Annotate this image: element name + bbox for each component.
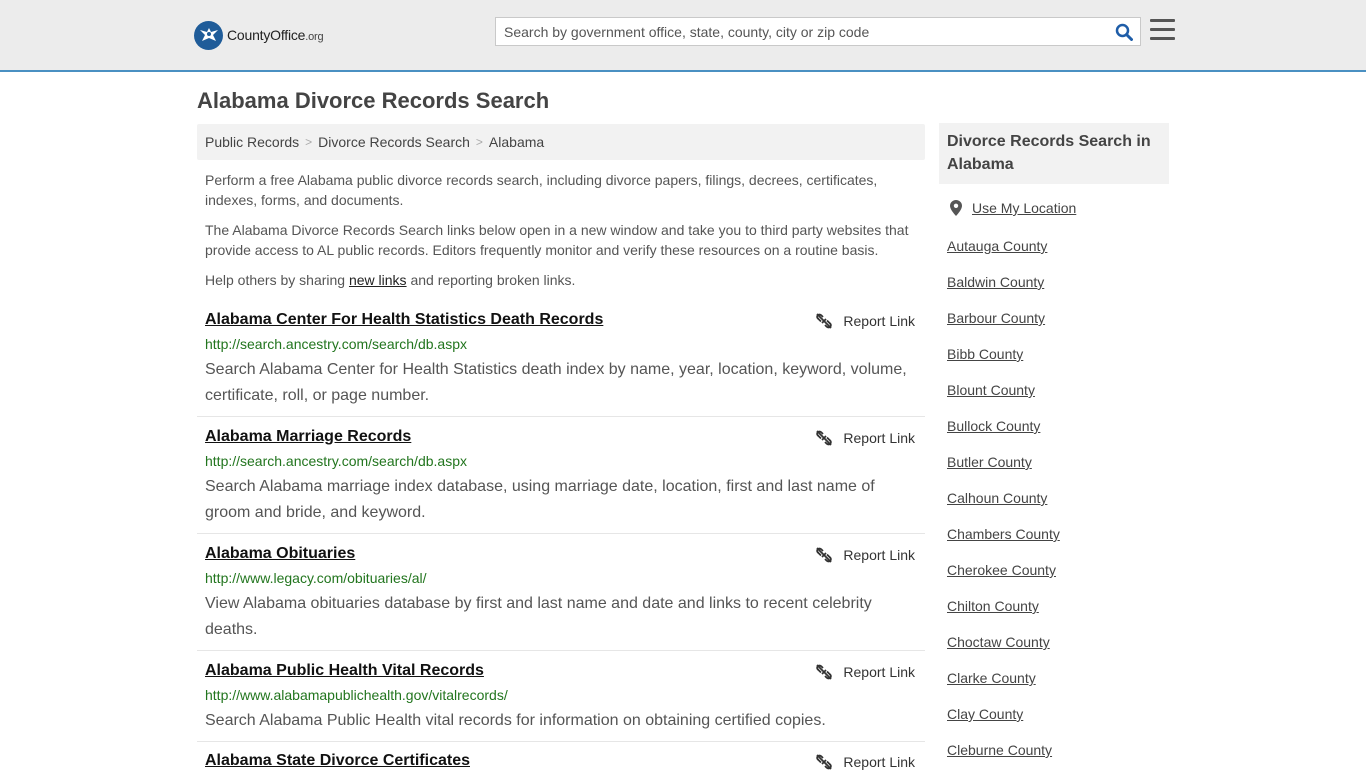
broken-link-icon xyxy=(816,547,833,563)
result-item: Alabama State Divorce Certificates Repor… xyxy=(197,752,925,770)
county-link[interactable]: Chilton County xyxy=(947,598,1039,614)
site-header: CountyOffice.org xyxy=(0,0,1366,72)
report-link-button[interactable]: Report Link xyxy=(816,545,915,565)
result-item: Alabama Center For Health Statistics Dea… xyxy=(197,311,925,417)
result-description: View Alabama obituaries database by firs… xyxy=(205,595,872,638)
sidebar-county-item: Clay County xyxy=(947,706,1023,722)
result-title-link[interactable]: Alabama Center For Health Statistics Dea… xyxy=(205,311,603,329)
result-item: Alabama Public Health Vital Records Repo… xyxy=(197,662,925,742)
county-link[interactable]: Bibb County xyxy=(947,346,1023,362)
county-link[interactable]: Clay County xyxy=(947,706,1023,722)
map-pin-icon xyxy=(950,200,962,216)
result-item: Alabama Obituaries Report Link http://ww… xyxy=(197,545,925,651)
breadcrumb-public-records[interactable]: Public Records xyxy=(205,134,299,150)
sidebar-county-item: Clarke County xyxy=(947,670,1036,686)
result-url: http://search.ancestry.com/search/db.asp… xyxy=(205,453,467,469)
county-link[interactable]: Clarke County xyxy=(947,670,1036,686)
result-url: http://www.legacy.com/obituaries/al/ xyxy=(205,570,427,586)
sidebar-heading: Divorce Records Search in Alabama xyxy=(939,123,1169,184)
county-link[interactable]: Baldwin County xyxy=(947,274,1044,290)
result-url: http://search.ancestry.com/search/db.asp… xyxy=(205,336,467,352)
sidebar-county-item: Blount County xyxy=(947,382,1035,398)
report-link-button[interactable]: Report Link xyxy=(816,662,915,682)
result-description: Search Alabama Center for Health Statist… xyxy=(205,361,907,404)
sidebar-county-item: Chambers County xyxy=(947,526,1060,542)
sidebar-county-item: Bullock County xyxy=(947,418,1040,434)
sidebar-county-item: Cherokee County xyxy=(947,562,1056,578)
result-title-link[interactable]: Alabama Marriage Records xyxy=(205,428,411,446)
county-link[interactable]: Cherokee County xyxy=(947,562,1056,578)
sidebar-county-item: Cleburne County xyxy=(947,742,1052,758)
sidebar-county-item: Barbour County xyxy=(947,310,1045,326)
breadcrumb-divorce-records-search[interactable]: Divorce Records Search xyxy=(318,134,470,150)
new-links-link[interactable]: new links xyxy=(349,272,407,288)
breadcrumb-alabama: Alabama xyxy=(488,134,545,150)
result-title-link[interactable]: Alabama State Divorce Certificates xyxy=(205,752,470,770)
search-bar xyxy=(495,17,1141,46)
chevron-right-icon: > xyxy=(305,135,313,149)
site-logo[interactable]: CountyOffice.org xyxy=(194,20,324,50)
result-description: Search Alabama marriage index database, … xyxy=(205,478,875,521)
use-my-location-link[interactable]: Use My Location xyxy=(972,200,1076,216)
result-description: Search Alabama Public Health vital recor… xyxy=(205,712,826,729)
sidebar-county-item: Bibb County xyxy=(947,346,1023,362)
hamburger-menu-icon[interactable] xyxy=(1150,19,1175,41)
report-link-button[interactable]: Report Link xyxy=(816,752,915,772)
broken-link-icon xyxy=(816,664,833,680)
county-link[interactable]: Calhoun County xyxy=(947,490,1047,506)
sidebar-county-item: Calhoun County xyxy=(947,490,1047,506)
sidebar-county-item: Chilton County xyxy=(947,598,1039,614)
result-item: Alabama Marriage Records Report Link htt… xyxy=(197,428,925,534)
use-my-location: Use My Location xyxy=(947,200,1076,216)
result-title-link[interactable]: Alabama Obituaries xyxy=(205,545,355,563)
county-link[interactable]: Choctaw County xyxy=(947,634,1050,650)
search-icon[interactable] xyxy=(1114,22,1134,42)
county-link[interactable]: Cleburne County xyxy=(947,742,1052,758)
broken-link-icon xyxy=(816,430,833,446)
sidebar-county-item: Butler County xyxy=(947,454,1032,470)
result-url: http://www.alabamapublichealth.gov/vital… xyxy=(205,687,508,703)
eagle-seal-icon xyxy=(194,20,223,50)
chevron-right-icon: > xyxy=(475,135,483,149)
sidebar-county-item: Choctaw County xyxy=(947,634,1050,650)
breadcrumb: Public Records > Divorce Records Search … xyxy=(197,124,925,160)
report-link-button[interactable]: Report Link xyxy=(816,311,915,331)
intro-paragraph: Perform a free Alabama public divorce re… xyxy=(205,172,878,208)
search-input[interactable] xyxy=(496,18,1106,45)
county-link[interactable]: Autauga County xyxy=(947,238,1047,254)
page-title: Alabama Divorce Records Search xyxy=(197,88,550,113)
county-link[interactable]: Barbour County xyxy=(947,310,1045,326)
sidebar-county-item: Baldwin County xyxy=(947,274,1044,290)
result-title-link[interactable]: Alabama Public Health Vital Records xyxy=(205,662,484,680)
county-link[interactable]: Butler County xyxy=(947,454,1032,470)
report-link-button[interactable]: Report Link xyxy=(816,428,915,448)
logo-text: CountyOffice.org xyxy=(227,27,324,43)
broken-link-icon xyxy=(816,313,833,329)
county-link[interactable]: Bullock County xyxy=(947,418,1040,434)
sidebar-county-item: Autauga County xyxy=(947,238,1047,254)
disclaimer-paragraph: The Alabama Divorce Records Search links… xyxy=(205,222,909,258)
county-link[interactable]: Chambers County xyxy=(947,526,1060,542)
county-link[interactable]: Blount County xyxy=(947,382,1035,398)
share-paragraph: Help others by sharing new links and rep… xyxy=(205,272,576,288)
